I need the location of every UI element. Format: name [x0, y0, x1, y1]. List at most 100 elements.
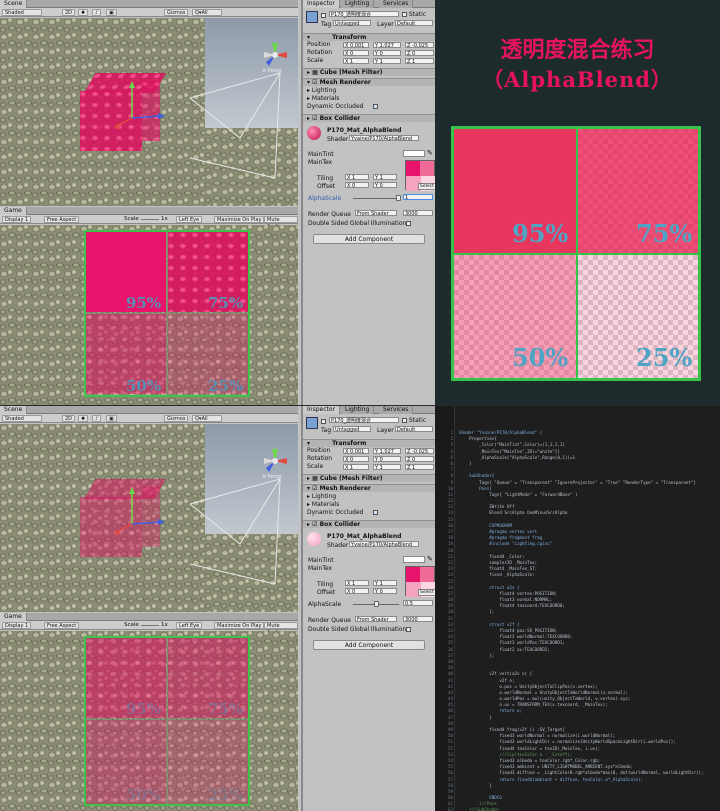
eyedropper-icon[interactable]: ✎	[427, 149, 433, 157]
box-collider-header-2[interactable]: ▸ ☑ Box Collider	[303, 520, 435, 528]
display-dropdown[interactable]: Display 1	[2, 216, 32, 223]
scale-x[interactable]: X 1	[343, 58, 369, 65]
tab-lighting-2[interactable]: Lighting	[341, 406, 375, 414]
code-line[interactable]: }//SubShader	[459, 807, 719, 811]
object-active-checkbox-2[interactable]	[321, 418, 326, 425]
scale-z-2[interactable]: Z 1	[405, 464, 434, 471]
rotation-y-2[interactable]: Y 0	[373, 456, 401, 463]
mesh-filter-header[interactable]: ▸ ▦ Cube (Mesh Filter)	[303, 68, 435, 76]
code-editor[interactable]: 1 2 3 4 5 6 7 8 9 10 11 12 13 14 15 16 17 18 19 20 21 22 23 24 2…	[435, 406, 720, 811]
orientation-gizmo-icon-2[interactable]	[260, 446, 290, 476]
offset-y[interactable]: Y 0	[373, 182, 397, 189]
layer-dropdown-2[interactable]: Default	[395, 426, 433, 433]
main-tint-swatch[interactable]	[403, 150, 425, 157]
gizmos-dropdown-2[interactable]: Gizmos	[164, 415, 189, 422]
tab-lighting[interactable]: Lighting	[341, 0, 375, 8]
shaded-dropdown-2[interactable]: Shaded	[2, 415, 42, 422]
object-name-field[interactable]: P170_透明度混合	[329, 11, 399, 18]
tab-game-2[interactable]: Game	[0, 613, 27, 621]
texture-select-button[interactable]: Select	[418, 183, 436, 190]
fx-toggle[interactable]: ▣	[106, 9, 117, 16]
transform-header-2[interactable]: ▾ Transform	[303, 439, 435, 447]
scene-viewport[interactable]: ≡ Persp	[0, 18, 298, 206]
lighting-foldout-2[interactable]: ▸ Lighting	[303, 493, 435, 501]
object-active-checkbox[interactable]	[321, 12, 326, 19]
object-name-field-2[interactable]: P170_透明度混合	[329, 417, 399, 424]
aspect-dropdown-2[interactable]: Free Aspect	[44, 622, 80, 629]
alpha-slider-knob-2[interactable]	[374, 601, 379, 607]
double-sided-checkbox-2[interactable]	[406, 626, 411, 633]
gizmos-dropdown[interactable]: Gizmos	[164, 9, 189, 16]
code-line[interactable]: Tags{ "Queue" = "Transparent" "IgnorePro…	[459, 480, 719, 486]
tiling-x-2[interactable]: X 1	[345, 580, 369, 587]
persp-label-2[interactable]: ≡ Persp	[262, 474, 282, 480]
persp-label[interactable]: ≡ Persp	[262, 68, 282, 74]
position-y[interactable]: Y 1.027	[373, 42, 401, 49]
lighting-foldout[interactable]: ▸ Lighting	[303, 87, 435, 95]
tiling-y-2[interactable]: Y 1	[373, 580, 397, 587]
position-z-2[interactable]: Z -0.025	[405, 448, 434, 455]
mute-toggle-2[interactable]: Mute Audio	[264, 622, 298, 636]
position-z[interactable]: Z -0.025	[405, 42, 434, 49]
light-toggle-2[interactable]: ✹	[78, 415, 89, 422]
layer-dropdown[interactable]: Default	[395, 20, 433, 27]
tab-scene-2[interactable]: Scene	[0, 406, 28, 414]
alpha-scale-slider[interactable]	[353, 198, 399, 199]
render-queue-value-2[interactable]: 3000	[403, 616, 433, 623]
code-text[interactable]: Shader "Yvaine/P170/AlphaBlend" { Proper…	[459, 430, 719, 811]
mesh-renderer-header-2[interactable]: ▾ ☑ Mesh Renderer	[303, 484, 435, 492]
add-component-button[interactable]: Add Component	[313, 234, 425, 244]
left-eye-dropdown-2[interactable]: Left Eye	[176, 622, 203, 629]
position-y-2[interactable]: Y 1.027	[373, 448, 401, 455]
position-x-2[interactable]: X 0.001	[343, 448, 369, 455]
main-tex-thumbnail-2[interactable]: Select	[405, 566, 436, 597]
tab-game[interactable]: Game	[0, 207, 27, 215]
shader-dropdown[interactable]: Yvaine/P170/AlphaBlend	[349, 135, 419, 142]
rotation-x[interactable]: X 0	[343, 50, 369, 57]
box-collider-header[interactable]: ▸ ☑ Box Collider	[303, 114, 435, 122]
tag-dropdown-2[interactable]: Untagged	[333, 426, 371, 433]
tab-scene[interactable]: Scene	[0, 0, 28, 8]
double-sided-checkbox[interactable]	[406, 220, 411, 227]
rotation-x-2[interactable]: X 0	[343, 456, 369, 463]
tab-services[interactable]: Services	[379, 0, 414, 8]
scale-slider-2[interactable]	[141, 625, 159, 626]
2d-toggle-2[interactable]: 2D	[62, 415, 76, 422]
aspect-dropdown[interactable]: Free Aspect	[44, 216, 80, 223]
render-queue-dropdown[interactable]: From Shader	[355, 210, 397, 217]
fx-toggle-2[interactable]: ▣	[106, 415, 117, 422]
transform-header[interactable]: ▾ Transform	[303, 33, 435, 41]
static-toggle-2[interactable]: Static	[402, 417, 426, 424]
alpha-scale-value[interactable]: 1	[403, 194, 433, 201]
tab-services-2[interactable]: Services	[379, 406, 414, 414]
audio-toggle-2[interactable]: ♪	[92, 415, 102, 422]
materials-foldout-2[interactable]: ▸ Materials	[303, 501, 435, 509]
rotation-y[interactable]: Y 0	[373, 50, 401, 57]
dynamic-occluded-row-2[interactable]: Dynamic Occluded	[303, 509, 435, 517]
main-tint-swatch-2[interactable]	[403, 556, 425, 563]
main-tex-thumbnail[interactable]: Select	[405, 160, 436, 191]
alpha-scale-value-2[interactable]: 0.5	[403, 600, 433, 607]
gizmo-search-2[interactable]: Q▾All	[192, 415, 222, 422]
2d-toggle[interactable]: 2D	[62, 9, 76, 16]
rotation-z[interactable]: Z 0	[405, 50, 434, 57]
tab-inspector-2[interactable]: Inspector	[303, 406, 340, 414]
mesh-filter-header-2[interactable]: ▸ ▦ Cube (Mesh Filter)	[303, 474, 435, 482]
scale-y[interactable]: Y 1	[373, 58, 401, 65]
mute-toggle[interactable]: Mute Audio	[264, 216, 298, 230]
offset-x[interactable]: X 0	[345, 182, 369, 189]
offset-x-2[interactable]: X 0	[345, 588, 369, 595]
render-queue-value[interactable]: 3000	[403, 210, 433, 217]
light-toggle[interactable]: ✹	[78, 9, 89, 16]
orientation-gizmo-icon[interactable]	[260, 40, 290, 70]
scene-viewport-2[interactable]: ≡ Persp	[0, 424, 298, 612]
position-x[interactable]: X 0.001	[343, 42, 369, 49]
tiling-y[interactable]: Y 1	[373, 174, 397, 181]
texture-select-button-2[interactable]: Select	[418, 589, 436, 596]
scale-y-2[interactable]: Y 1	[373, 464, 401, 471]
add-component-button-2[interactable]: Add Component	[313, 640, 425, 650]
render-queue-dropdown-2[interactable]: From Shader	[355, 616, 397, 623]
offset-y-2[interactable]: Y 0	[373, 588, 397, 595]
shader-dropdown-2[interactable]: Yvaine/P170/AlphaBlend	[349, 541, 419, 548]
mesh-renderer-header[interactable]: ▾ ☑ Mesh Renderer	[303, 78, 435, 86]
